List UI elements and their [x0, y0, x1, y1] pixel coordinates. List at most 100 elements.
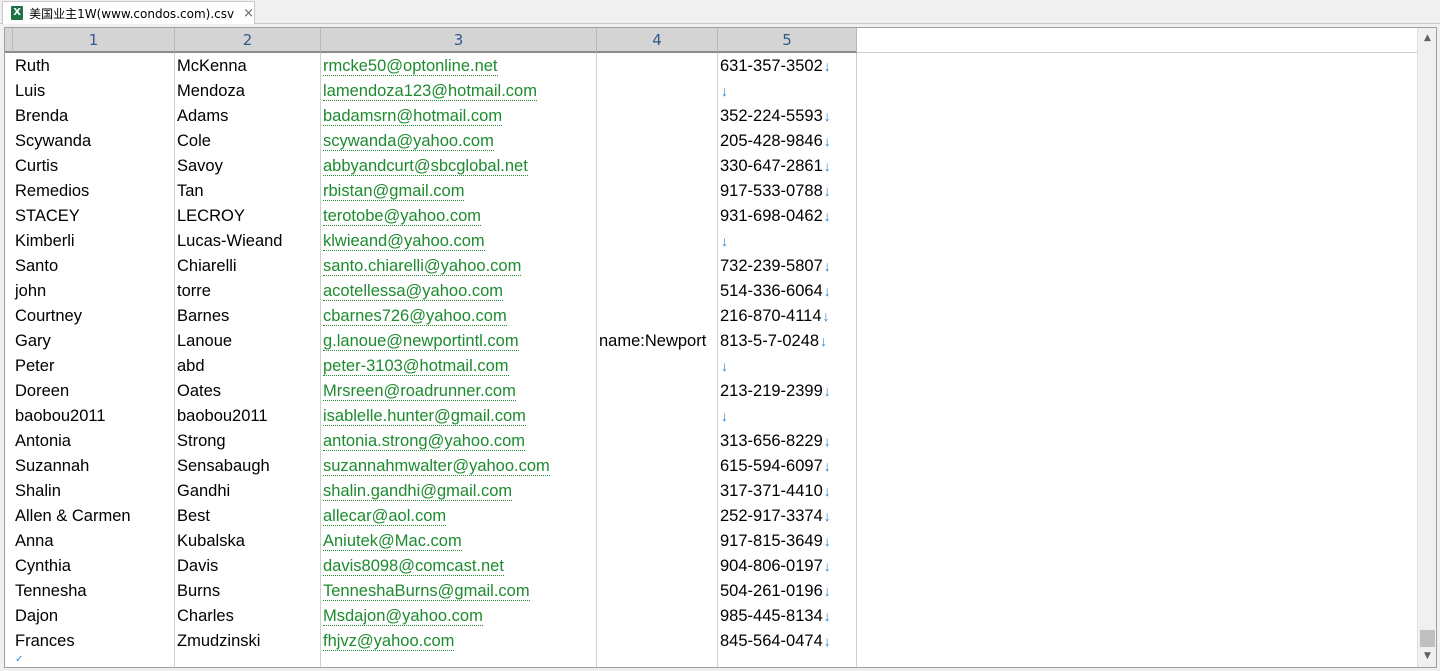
table-row[interactable]: Frances Zmudzinski fhjvz@yahoo.com 845-564-…	[5, 629, 857, 654]
table-row[interactable]: Scywanda Cole scywanda@yahoo.com 205-428-98…	[5, 129, 857, 154]
cell-email[interactable]: lamendoza123@hotmail.com	[323, 79, 537, 104]
cell-phone[interactable]: ↓	[720, 354, 728, 379]
cell-first-name[interactable]: Brenda	[15, 104, 68, 129]
cell-email[interactable]: antonia.strong@yahoo.com	[323, 429, 526, 454]
table-row[interactable]: Gary Lanoue g.lanoue@newportintl.com name:N…	[5, 329, 857, 354]
table-row[interactable]: Cynthia Davis davis8098@comcast.net 904-806…	[5, 554, 857, 579]
cell-last-name[interactable]: Tan	[177, 179, 204, 204]
table-row[interactable]: Santo Chiarelli santo.chiarelli@yahoo.com 7…	[5, 254, 857, 279]
cell-phone[interactable]: 631-357-3502↓	[720, 54, 831, 79]
cell-email[interactable]: cbarnes726@yahoo.com	[323, 304, 507, 329]
cell-phone[interactable]: 252-917-3374↓	[720, 504, 831, 529]
table-row[interactable]: Brenda Adams badamsrn@hotmail.com 352-224-5…	[5, 104, 857, 129]
cell-email[interactable]: abbyandcurt@sbcglobal.net	[323, 154, 528, 179]
table-row[interactable]: Remedios Tan rbistan@gmail.com 917-533-0788…	[5, 179, 857, 204]
cell-first-name[interactable]: Curtis	[15, 154, 58, 179]
cell-last-name[interactable]: Sensabaugh	[177, 454, 270, 479]
cell-phone[interactable]: 904-806-0197↓	[720, 554, 831, 579]
table-row[interactable]: Kimberli Lucas-Wieand klwieand@yahoo.com ↓	[5, 229, 857, 254]
cell-last-name[interactable]: McKenna	[177, 54, 247, 79]
cell-first-name[interactable]: Ruth	[15, 54, 50, 79]
cell-phone[interactable]: 917-533-0788↓	[720, 179, 831, 204]
cell-email[interactable]: g.lanoue@newportintl.com	[323, 329, 519, 354]
cell-first-name[interactable]: Scywanda	[15, 129, 91, 154]
cell-email[interactable]: fhjvz@yahoo.com	[323, 629, 455, 654]
cell-first-name[interactable]: Allen & Carmen	[15, 504, 131, 529]
cell-first-name[interactable]: Remedios	[15, 179, 89, 204]
scroll-down-icon[interactable]: ▼	[1418, 648, 1436, 664]
cell-email[interactable]: klwieand@yahoo.com	[323, 229, 485, 254]
cell-email[interactable]: TenneshaBurns@gmail.com	[323, 579, 530, 604]
cell-phone[interactable]: 313-656-8229↓	[720, 429, 831, 454]
cell-last-name[interactable]: Zmudzinski	[177, 629, 260, 654]
close-icon[interactable]: ×	[243, 7, 254, 20]
cell-phone[interactable]: 216-870-4114↓	[720, 304, 830, 329]
cell-first-name[interactable]: Gary	[15, 329, 51, 354]
cell-phone[interactable]: 213-219-2399↓	[720, 379, 831, 404]
cell-first-name[interactable]: Dajon	[15, 604, 58, 629]
cell-phone[interactable]: 352-224-5593↓	[720, 104, 831, 129]
cell-last-name[interactable]: torre	[177, 279, 211, 304]
cell-phone[interactable]: 732-239-5807↓	[720, 254, 831, 279]
table-row[interactable]: Luis Mendoza lamendoza123@hotmail.com ↓	[5, 79, 857, 104]
cell-first-name[interactable]: Tennesha	[15, 579, 87, 604]
cell-phone[interactable]: 504-261-0196↓	[720, 579, 831, 604]
table-row[interactable]: Anna Kubalska Aniutek@Mac.com 917-815-3649↓	[5, 529, 857, 554]
cell-last-name[interactable]: Adams	[177, 104, 228, 129]
cell-email[interactable]: suzannahmwalter@yahoo.com	[323, 454, 550, 479]
cell-phone[interactable]: 931-698-0462↓	[720, 204, 831, 229]
table-row[interactable]: Ruth McKenna rmcke50@optonline.net 631-357-…	[5, 54, 857, 79]
column-header-3[interactable]: 3	[321, 28, 597, 53]
table-row[interactable]: Doreen Oates Mrsreen@roadrunner.com 213-219…	[5, 379, 857, 404]
row-header-corner[interactable]	[5, 28, 13, 53]
cell-last-name[interactable]: Charles	[177, 604, 234, 629]
cell-phone[interactable]: 985-445-8134↓	[720, 604, 831, 629]
cell-phone[interactable]: ↓	[720, 79, 728, 104]
cell-first-name[interactable]: Cynthia	[15, 554, 71, 579]
cell-last-name[interactable]: Gandhi	[177, 479, 230, 504]
cell-phone[interactable]: 845-564-0474↓	[720, 629, 831, 654]
cell-last-name[interactable]: Mendoza	[177, 79, 245, 104]
cell-email[interactable]: santo.chiarelli@yahoo.com	[323, 254, 522, 279]
cell-phone[interactable]: 514-336-6064↓	[720, 279, 831, 304]
cell-email[interactable]: Mrsreen@roadrunner.com	[323, 379, 516, 404]
cell-email[interactable]: terotobe@yahoo.com	[323, 204, 482, 229]
column-header-1[interactable]: 1	[13, 28, 175, 53]
cell-first-name[interactable]: Courtney	[15, 304, 82, 329]
table-row[interactable]: Curtis Savoy abbyandcurt@sbcglobal.net 330-…	[5, 154, 857, 179]
cell-phone[interactable]: 330-647-2861↓	[720, 154, 831, 179]
cell-first-name[interactable]: Santo	[15, 254, 58, 279]
cell-first-name[interactable]: john	[15, 279, 46, 304]
vertical-scrollbar[interactable]: ▲ ▼	[1417, 28, 1436, 667]
cell-phone[interactable]: ↓	[720, 229, 728, 254]
cell-last-name[interactable]: Strong	[177, 429, 226, 454]
file-tab[interactable]: X 美国业主1W(www.condos.com).csv ×	[2, 1, 255, 24]
cell-last-name[interactable]: baobou2011	[177, 404, 268, 429]
cell-col4[interactable]: name:Newport	[599, 329, 706, 354]
cell-first-name[interactable]: Anna	[15, 529, 54, 554]
scroll-up-icon[interactable]: ▲	[1418, 30, 1436, 46]
table-row[interactable]: john torre acotellessa@yahoo.com 514-336-60…	[5, 279, 857, 304]
cell-first-name[interactable]: STACEY	[15, 204, 80, 229]
table-row[interactable]: baobou2011 baobou2011 isablelle.hunter@gma…	[5, 404, 857, 429]
cell-last-name[interactable]: LECROY	[177, 204, 245, 229]
cell-email[interactable]: badamsrn@hotmail.com	[323, 104, 503, 129]
cell-last-name[interactable]: Cole	[177, 129, 211, 154]
cell-last-name[interactable]: Lucas-Wieand	[177, 229, 282, 254]
cell-first-name[interactable]: Peter	[15, 354, 54, 379]
cell-last-name[interactable]: Kubalska	[177, 529, 245, 554]
cell-last-name[interactable]: Davis	[177, 554, 218, 579]
column-header-2[interactable]: 2	[175, 28, 321, 53]
cell-phone[interactable]: 917-815-3649↓	[720, 529, 831, 554]
table-row[interactable]: Allen & Carmen Best allecar@aol.com 252-917…	[5, 504, 857, 529]
cell-email[interactable]: allecar@aol.com	[323, 504, 447, 529]
cell-last-name[interactable]: Chiarelli	[177, 254, 237, 279]
cell-last-name[interactable]: Barnes	[177, 304, 229, 329]
table-row[interactable]: Peter abd peter-3103@hotmail.com ↓	[5, 354, 857, 379]
cell-first-name[interactable]: Kimberli	[15, 229, 75, 254]
cell-email[interactable]: acotellessa@yahoo.com	[323, 279, 504, 304]
cell-email[interactable]: rbistan@gmail.com	[323, 179, 465, 204]
cell-email[interactable]: Aniutek@Mac.com	[323, 529, 462, 554]
scrollbar-thumb[interactable]	[1420, 630, 1435, 647]
cell-last-name[interactable]: Lanoue	[177, 329, 232, 354]
